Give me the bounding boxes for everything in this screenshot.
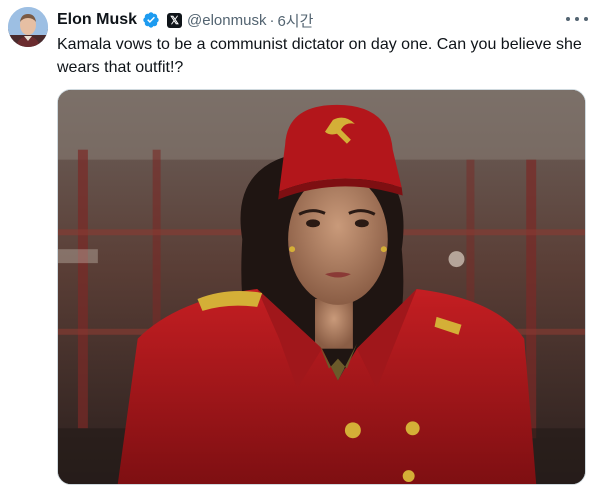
affiliation-x-icon[interactable]: 𝕏 [167,12,183,28]
tweet-text: Kamala vows to be a communist dictator o… [57,36,582,76]
header-separator: · [269,11,275,29]
more-dot [566,17,570,21]
tweet-header: Elon Musk 𝕏 @elonmusk · 6시간 [57,9,313,31]
author-name[interactable]: Elon Musk [57,11,137,29]
tweet-media-image[interactable] [57,89,586,485]
tweet[interactable]: Elon Musk 𝕏 @elonmusk · 6시간 Kamala vows … [0,0,600,486]
tweet-timestamp[interactable]: 6시간 [277,10,313,31]
photo-illustration [58,90,585,484]
more-dot [584,17,588,21]
author-handle[interactable]: @elonmusk [187,12,266,29]
verified-badge-icon [143,12,159,28]
more-options-icon[interactable] [566,9,588,29]
more-dot [575,17,579,21]
author-avatar[interactable] [8,7,48,47]
